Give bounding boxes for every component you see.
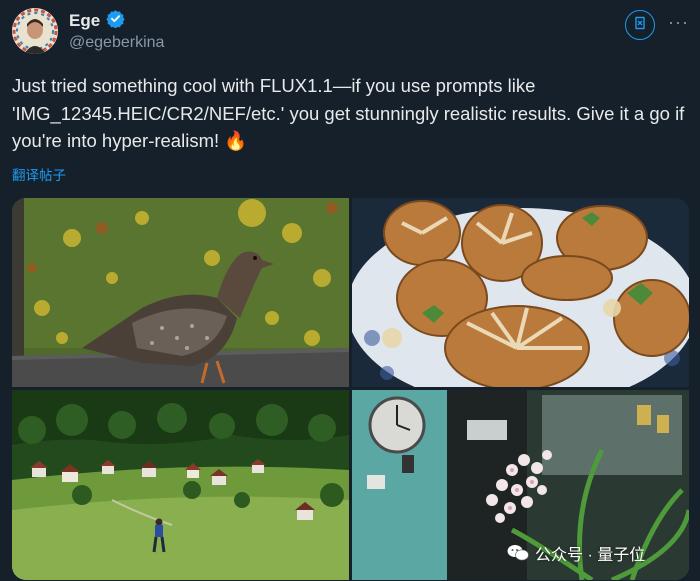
media-grid	[12, 198, 689, 580]
wechat-icon	[507, 544, 529, 562]
tweet-text: Just tried something cool with FLUX1.1—i…	[12, 75, 685, 151]
watermark-text: 公众号 · 量子位	[535, 547, 646, 564]
media-image-bird[interactable]	[12, 198, 349, 387]
author-display-name[interactable]: Ege	[69, 11, 100, 31]
verified-badge-icon	[106, 9, 125, 33]
grok-button[interactable]	[625, 10, 655, 40]
media-image-village[interactable]	[12, 390, 349, 580]
avatar[interactable]	[12, 8, 58, 54]
media-image-pastries[interactable]	[352, 198, 689, 387]
translate-post-link[interactable]: 翻译帖子	[12, 164, 66, 184]
more-options-icon[interactable]: ···	[668, 12, 689, 32]
grok-icon	[632, 15, 648, 36]
author-name-row: Ege	[69, 9, 125, 33]
author-handle[interactable]: @egeberkina	[69, 34, 164, 52]
watermark: 公众号 · 量子位	[507, 541, 645, 565]
